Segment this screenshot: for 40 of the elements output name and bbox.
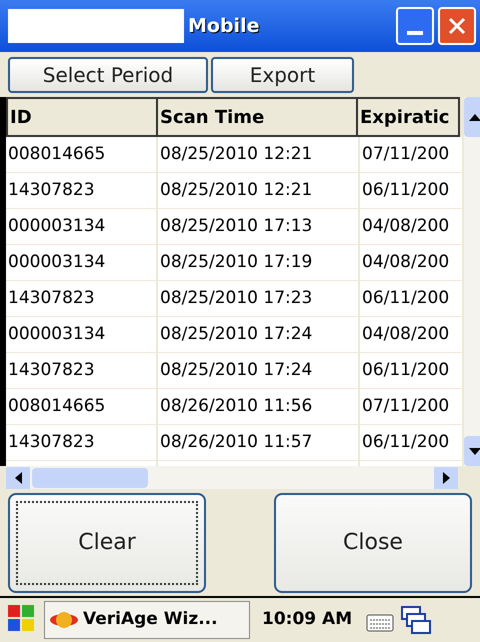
right-arrow-icon (442, 472, 450, 484)
up-arrow-icon (469, 114, 480, 120)
toolbar-button[interactable]: Select Period (8, 56, 208, 92)
table-cell: 000003134 (6, 209, 158, 245)
left-arrow-icon (14, 472, 22, 484)
windows-icon[interactable] (400, 604, 432, 636)
close-button[interactable] (438, 7, 476, 45)
table-cell: 14307823 (6, 173, 158, 209)
column-header[interactable]: Expiratic (356, 97, 460, 137)
table-cell: 14307823 (6, 281, 158, 317)
column-header[interactable]: Scan Time (156, 97, 358, 137)
action-button[interactable]: Close (274, 492, 472, 592)
table-cell: 08/25/2010 12:21 (158, 137, 360, 173)
close-icon (447, 16, 467, 36)
column-header[interactable]: ID (6, 97, 158, 137)
horizontal-scrollbar[interactable] (6, 466, 458, 489)
table-cell: 008014665 (6, 137, 158, 173)
window-title: Mobile (188, 14, 260, 39)
clock: 10:09 AM (261, 608, 354, 632)
table-cell: 08/25/2010 17:24 (158, 317, 360, 353)
table-cell: 08/26/2010 11:56 (158, 389, 360, 425)
table-cell: 000003134 (6, 317, 158, 353)
table-cell: 14307823 (6, 425, 158, 461)
table-cell: 008014665 (6, 389, 158, 425)
table-cell: 000003134 (6, 245, 158, 281)
down-arrow-icon (469, 448, 480, 454)
app-icon (49, 609, 79, 631)
minimize-button[interactable] (396, 7, 434, 45)
table-cell: 08/25/2010 17:13 (158, 209, 360, 245)
table-cell: 14307823 (6, 353, 158, 389)
action-button[interactable]: Clear (8, 492, 206, 592)
table-cell: 08/25/2010 12:21 (158, 173, 360, 209)
taskbar-app-button[interactable]: VeriAge Wiz... (44, 601, 250, 639)
table-cell: 08/26/2010 11:57 (158, 425, 360, 461)
toolbar-button[interactable]: Export (211, 56, 354, 92)
vertical-scrollbar[interactable] (464, 97, 480, 466)
table-cell: 08/25/2010 17:24 (158, 353, 360, 389)
table-cell: 08/25/2010 17:23 (158, 281, 360, 317)
table-cell: 08/25/2010 17:19 (158, 245, 360, 281)
scroll-thumb[interactable] (32, 468, 148, 488)
